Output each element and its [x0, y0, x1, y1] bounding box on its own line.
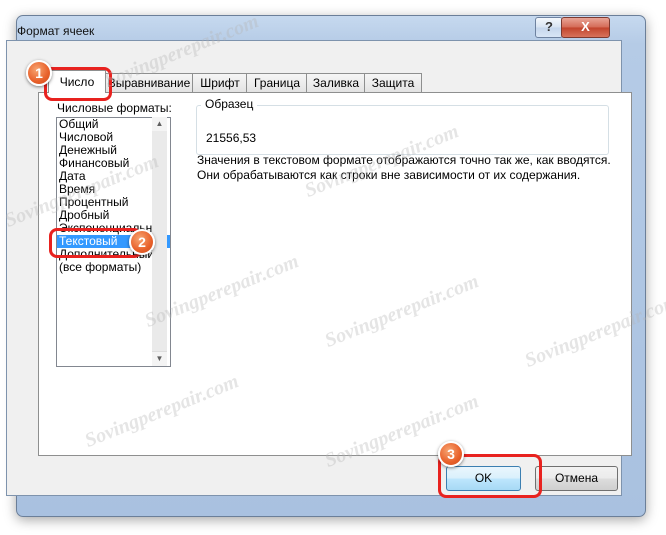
- callout-badge-3: 3: [438, 441, 464, 467]
- tab-protection[interactable]: Защита: [364, 73, 422, 92]
- sample-value: 21556,53: [206, 131, 257, 145]
- tab-protection-label: Защита: [371, 76, 415, 90]
- format-description: Значения в текстовом формате отображаютс…: [197, 153, 611, 182]
- tab-border-label: Граница: [253, 76, 301, 90]
- tab-border[interactable]: Граница: [246, 73, 308, 92]
- tab-font[interactable]: Шрифт: [192, 73, 248, 92]
- cancel-button[interactable]: Отмена: [535, 466, 618, 491]
- scroll-down-button[interactable]: ▼: [152, 351, 167, 366]
- callout-badge-2: 2: [129, 229, 155, 255]
- close-button[interactable]: X: [561, 17, 610, 38]
- tab-alignment[interactable]: Выравнивание: [104, 73, 194, 92]
- tab-fill[interactable]: Заливка: [306, 73, 366, 92]
- scroll-up-button[interactable]: ▲: [152, 117, 167, 132]
- sample-legend: Образец: [201, 97, 258, 111]
- callout-tab-highlight: [44, 67, 112, 101]
- number-tab-panel: Числовые форматы: Общий Числовой Денежны…: [38, 92, 632, 456]
- dialog-title: Формат ячеек: [17, 24, 95, 38]
- help-button[interactable]: ?: [535, 17, 563, 38]
- tab-alignment-label: Выравнивание: [107, 76, 191, 90]
- number-formats-label: Числовые форматы:: [57, 101, 172, 115]
- tab-font-label: Шрифт: [200, 76, 240, 90]
- tab-fill-label: Заливка: [312, 76, 360, 90]
- callout-badge-1: 1: [26, 60, 52, 86]
